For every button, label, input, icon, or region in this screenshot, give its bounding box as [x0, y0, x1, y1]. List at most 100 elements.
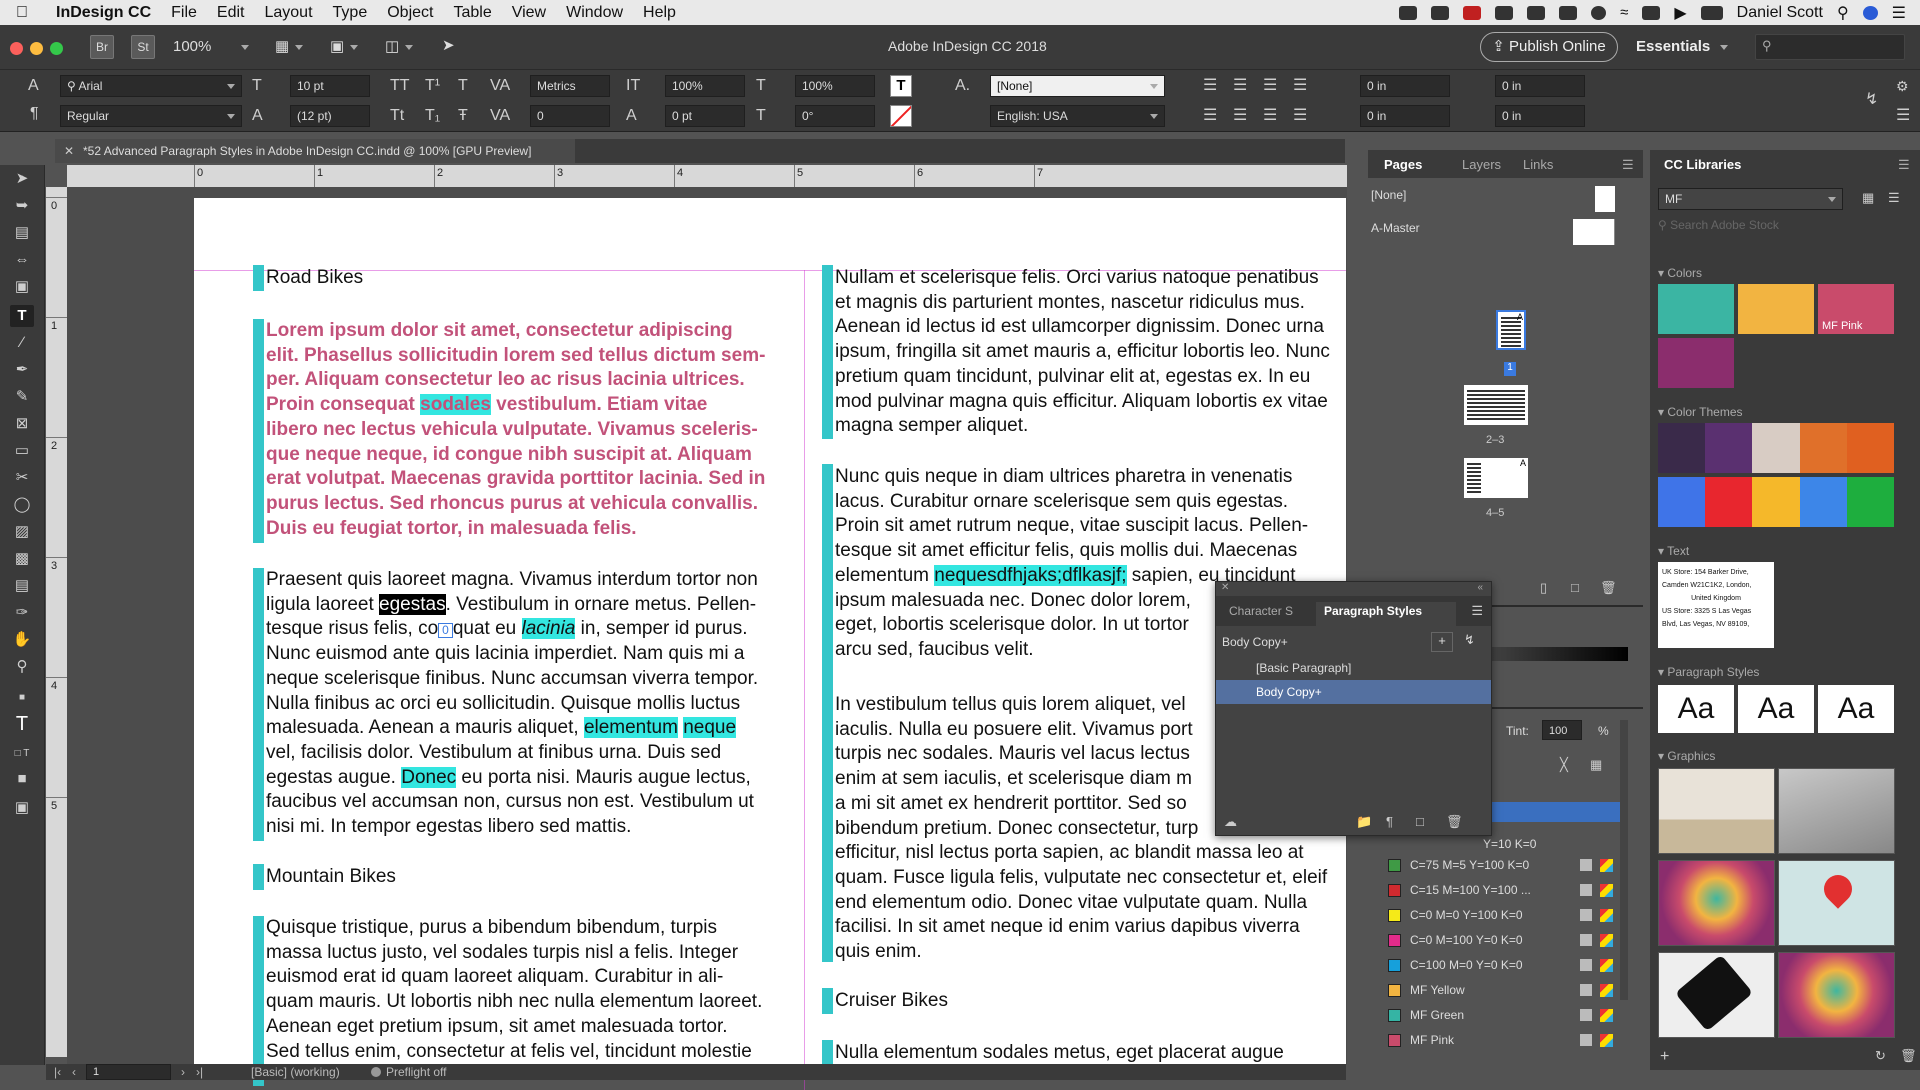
direct-selection-tool-icon[interactable]: ➥ — [10, 195, 34, 217]
swatch-row[interactable]: MF Pink — [1385, 1030, 1625, 1052]
swatch-row[interactable]: C=15 M=100 Y=100 ... — [1385, 880, 1625, 902]
kerning-field[interactable]: Metrics — [530, 75, 610, 97]
delete-icon[interactable]: 🗑 — [1900, 1048, 1917, 1064]
library-paragraph-style[interactable]: Aa — [1658, 685, 1734, 733]
minimize-window-button[interactable] — [30, 42, 43, 55]
cc-library-icon[interactable]: ☁ — [1224, 814, 1237, 830]
menu-object[interactable]: Object — [377, 4, 443, 22]
app-menu[interactable]: InDesign CC — [38, 4, 161, 22]
publish-online-button[interactable]: ⇪ Publish Online — [1480, 32, 1618, 62]
document-page[interactable]: Road Bikes Lorem ipsum dolor sit amet, c… — [194, 198, 1346, 1090]
dropbox-icon[interactable] — [1399, 5, 1418, 20]
hand-tool-icon[interactable]: ✋ — [10, 629, 34, 651]
page-4-5-thumbnail[interactable]: A — [1464, 458, 1528, 498]
tab-pages[interactable]: Pages — [1384, 157, 1422, 172]
scissors-tool-icon[interactable]: ✂ — [10, 467, 34, 489]
graphic-map-art[interactable] — [1658, 860, 1775, 946]
type-tool-icon[interactable]: T — [10, 305, 34, 327]
baseline-shift-field[interactable]: 0 pt — [665, 105, 745, 127]
pencil-tool-icon[interactable]: ✎ — [10, 386, 34, 408]
panel-menu-icon[interactable]: ☰ — [1898, 157, 1910, 173]
rectangle-tool-icon[interactable]: ▭ — [10, 440, 34, 462]
swatch-row[interactable]: C=75 M=5 Y=100 K=0 — [1385, 855, 1625, 877]
first-page-icon[interactable]: |‹ — [54, 1065, 61, 1079]
zoom-window-button[interactable] — [50, 42, 63, 55]
new-page-icon[interactable]: □ — [1571, 580, 1579, 595]
zoom-dropdown[interactable]: 100% — [173, 38, 250, 55]
quick-apply-lightning-icon[interactable]: ↯ — [1464, 632, 1475, 648]
selection-tool-icon[interactable]: ➤ — [10, 168, 34, 190]
screen-mode-dropdown[interactable]: ▣ — [330, 37, 359, 55]
grid-icon[interactable] — [1527, 5, 1546, 20]
first-line-indent-field[interactable]: 0 in — [1360, 105, 1450, 127]
user-name[interactable]: Daniel Scott — [1737, 4, 1823, 22]
swatch-row[interactable]: C=0 M=100 Y=0 K=0 — [1385, 930, 1625, 952]
panel-menu-icon[interactable]: ☰ — [1896, 108, 1910, 124]
time-machine-icon[interactable] — [1591, 5, 1607, 20]
add-content-icon[interactable]: + — [1660, 1048, 1669, 1066]
graphic-room-image[interactable] — [1778, 768, 1895, 854]
page-2-3-thumbnail[interactable] — [1464, 385, 1528, 425]
color-theme-2[interactable] — [1658, 477, 1895, 527]
pdf-icon[interactable] — [1463, 5, 1482, 20]
swatch-row[interactable]: C=100 M=0 Y=0 K=0 — [1385, 955, 1625, 977]
library-text-item[interactable]: UK Store: 154 Barker Drive, Camden W21C1… — [1658, 562, 1774, 648]
close-icon[interactable]: ✕ — [64, 139, 74, 163]
graphic-map-art-2[interactable] — [1778, 952, 1895, 1038]
cc-icon[interactable] — [1431, 5, 1450, 20]
notifications-icon[interactable]: ☰ — [1892, 3, 1906, 23]
character-style-field[interactable]: [None] — [990, 75, 1165, 97]
library-paragraph-style[interactable]: Aa — [1738, 685, 1814, 733]
sync-icon[interactable]: ↻ — [1875, 1048, 1886, 1064]
stock-button[interactable]: St — [131, 35, 155, 59]
wifi-icon[interactable]: ≈ — [1620, 4, 1628, 21]
horizontal-ruler[interactable]: 0 1 2 3 4 5 6 7 — [67, 165, 1347, 187]
a-master[interactable]: A-Master — [1371, 221, 1420, 235]
formatting-affects-icon[interactable]: □ T — [10, 743, 34, 765]
fill-color-swatch[interactable]: T — [890, 75, 912, 97]
screen-icon[interactable] — [1495, 5, 1514, 20]
menu-window[interactable]: Window — [556, 4, 633, 22]
menu-view[interactable]: View — [502, 4, 556, 22]
arrange-documents-dropdown[interactable]: ◫ — [385, 37, 414, 55]
last-page-icon[interactable]: ›| — [196, 1065, 203, 1079]
color-theme-1[interactable] — [1658, 423, 1895, 473]
menu-edit[interactable]: Edit — [207, 4, 255, 22]
paragraph-mode-icon[interactable]: ¶ — [30, 106, 39, 122]
previous-page-icon[interactable]: ‹ — [72, 1065, 76, 1079]
note-tool-icon[interactable]: ▤ — [10, 575, 34, 597]
strikethrough-icon[interactable]: Ŧ — [458, 108, 468, 124]
swatch-grid-icon[interactable]: ▦ — [1590, 757, 1602, 773]
style-basic-paragraph[interactable]: [Basic Paragraph] — [1256, 661, 1351, 675]
default-colors-icon[interactable]: ■ — [10, 687, 34, 709]
delete-style-icon[interactable]: 🗑 — [1446, 814, 1463, 830]
page-number-field[interactable]: 1 — [86, 1064, 171, 1080]
library-paragraph-style[interactable]: Aa — [1818, 685, 1894, 733]
library-color-swatch[interactable]: MF Pink — [1818, 284, 1894, 334]
screen-mode-icon[interactable]: ▣ — [10, 797, 34, 819]
gear-icon[interactable]: ⚙ — [1896, 78, 1909, 94]
stock-search-field[interactable]: ⚲ Search Adobe Stock — [1658, 218, 1910, 238]
publish-rocket-icon[interactable]: ➤ — [442, 36, 455, 54]
justify-center-icon[interactable]: ☰ — [1233, 108, 1247, 124]
graphic-tag[interactable] — [1658, 952, 1775, 1038]
page-1-thumbnail[interactable]: A — [1496, 310, 1526, 350]
tracking-field[interactable]: 0 — [530, 105, 610, 127]
line-tool-icon[interactable]: ∕ — [10, 332, 34, 354]
justify-all-icon[interactable]: ☰ — [1293, 108, 1307, 124]
zoom-tool-icon[interactable]: ⚲ — [10, 656, 34, 678]
swatch-none-icon[interactable]: ╳ — [1560, 757, 1568, 773]
eyedropper-tool-icon[interactable]: ✑ — [10, 602, 34, 624]
pen-tool-icon[interactable]: ✒ — [10, 359, 34, 381]
tab-character-styles[interactable]: Character S — [1229, 604, 1293, 618]
page-tool-icon[interactable]: ▤ — [10, 222, 34, 244]
vertical-scale-field[interactable]: 100% — [665, 75, 745, 97]
subscript-icon[interactable]: T₁ — [425, 108, 440, 124]
font-size-field[interactable]: 10 pt — [290, 75, 370, 97]
horizontal-scale-field[interactable]: 100% — [795, 75, 875, 97]
tab-layers[interactable]: Layers — [1462, 157, 1501, 172]
collapse-panel-icon[interactable]: « — [1477, 582, 1483, 593]
stock-search-input[interactable]: ⚲ — [1755, 34, 1905, 60]
align-right-icon[interactable]: ☰ — [1263, 78, 1277, 94]
menu-layout[interactable]: Layout — [254, 4, 322, 22]
